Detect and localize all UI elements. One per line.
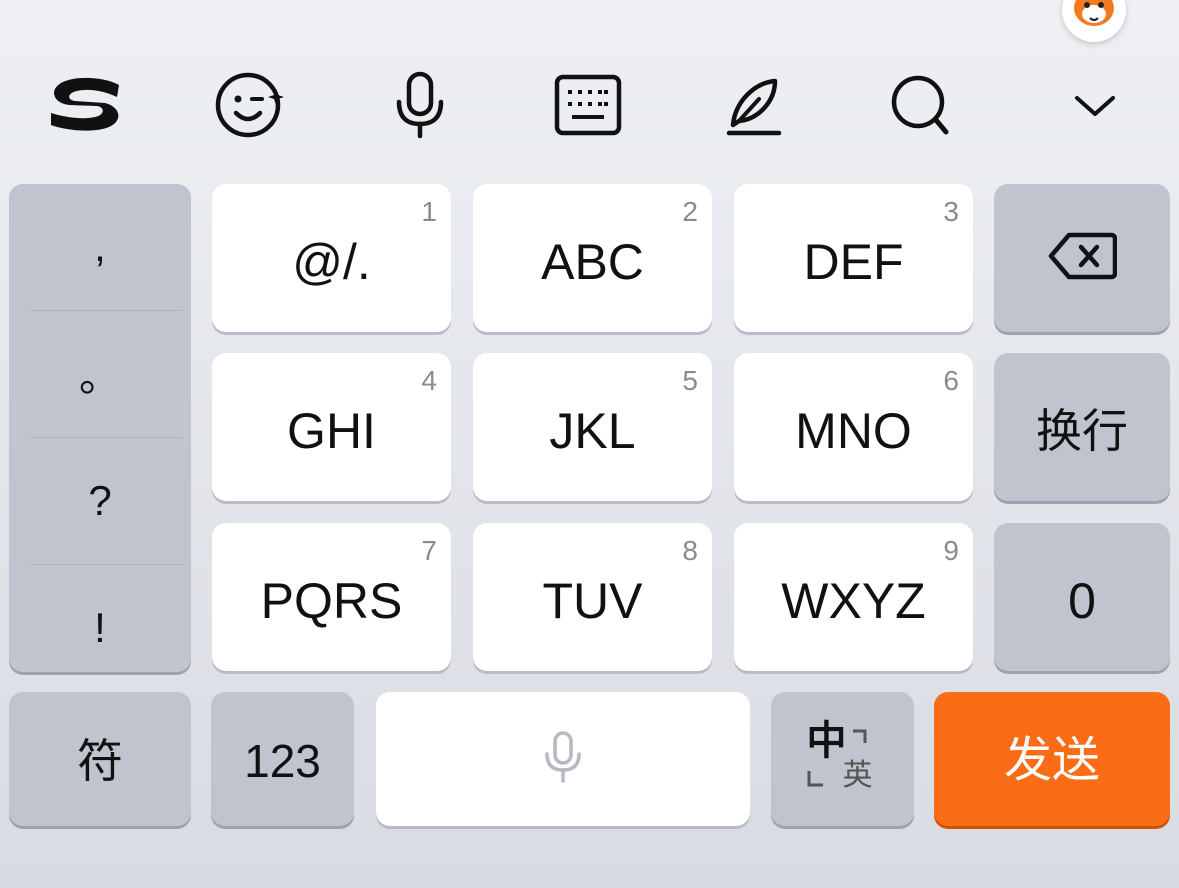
backspace-icon <box>1047 231 1118 286</box>
key-number: 4 <box>421 365 437 396</box>
key-label: GHI <box>287 403 376 459</box>
key-5[interactable]: JKL 5 <box>473 353 712 501</box>
toolbar <box>0 60 1179 150</box>
handwriting-feather-icon[interactable] <box>715 70 795 140</box>
chevron-down-icon[interactable] <box>1055 70 1135 140</box>
microphone-icon <box>543 730 583 789</box>
key-label: 0 <box>1068 573 1096 629</box>
key-label: PQRS <box>260 573 403 629</box>
key-label: ABC <box>541 234 644 290</box>
microphone-icon[interactable] <box>380 70 460 140</box>
key-label: TUV <box>542 573 643 629</box>
search-icon[interactable] <box>882 70 962 140</box>
punct-key-question[interactable]: ? <box>9 438 191 563</box>
key-2[interactable]: ABC 2 <box>473 184 712 332</box>
key-6[interactable]: MNO 6 <box>734 353 973 501</box>
key-7[interactable]: PQRS 7 <box>212 523 451 671</box>
symbols-key[interactable]: 符 <box>9 692 191 826</box>
key-number: 5 <box>682 365 698 396</box>
key-1[interactable]: @/. 1 <box>212 184 451 332</box>
key-8[interactable]: TUV 8 <box>473 523 712 671</box>
key-3[interactable]: DEF 3 <box>734 184 973 332</box>
punct-key-exclaim[interactable]: ! <box>9 565 191 690</box>
language-switch-key[interactable]: 中 英 <box>771 692 914 826</box>
key-number: 9 <box>943 535 959 566</box>
send-label: 发送 <box>1003 734 1100 787</box>
symbols-label: 符 <box>77 735 123 787</box>
enter-key[interactable]: 换行 <box>994 353 1170 501</box>
key-label: DEF <box>803 234 904 290</box>
key-number: 2 <box>682 196 698 227</box>
key-label: MNO <box>795 403 912 459</box>
key-9[interactable]: WXYZ 9 <box>734 523 973 671</box>
key-number: 1 <box>421 196 437 227</box>
key-number: 7 <box>421 535 437 566</box>
punctuation-column: , 。 ? ! <box>9 184 191 672</box>
mascot-avatar[interactable] <box>1062 0 1126 42</box>
punct-key-comma[interactable]: , <box>9 184 191 309</box>
key-number: 6 <box>943 365 959 396</box>
key-label: @/. <box>292 234 371 290</box>
key-number: 3 <box>943 196 959 227</box>
key-label: WXYZ <box>781 573 926 629</box>
space-key[interactable] <box>376 692 750 826</box>
enter-label: 换行 <box>1036 405 1128 457</box>
punct-key-period[interactable]: 。 <box>9 311 191 436</box>
lang-bracket-icon <box>807 729 866 787</box>
key-4[interactable]: GHI 4 <box>212 353 451 501</box>
emoji-wink-icon[interactable] <box>210 70 290 140</box>
key-0[interactable]: 0 <box>994 523 1170 671</box>
language-switch-glyph: 中 英 <box>803 721 883 797</box>
key-number: 8 <box>682 535 698 566</box>
sogou-logo-icon[interactable] <box>40 70 130 140</box>
numbers-key[interactable]: 123 <box>211 692 354 826</box>
send-key[interactable]: 发送 <box>934 692 1170 826</box>
numbers-label: 123 <box>244 735 321 787</box>
keyboard-icon[interactable] <box>548 70 628 140</box>
backspace-key[interactable] <box>994 184 1170 332</box>
key-label: JKL <box>549 403 636 459</box>
